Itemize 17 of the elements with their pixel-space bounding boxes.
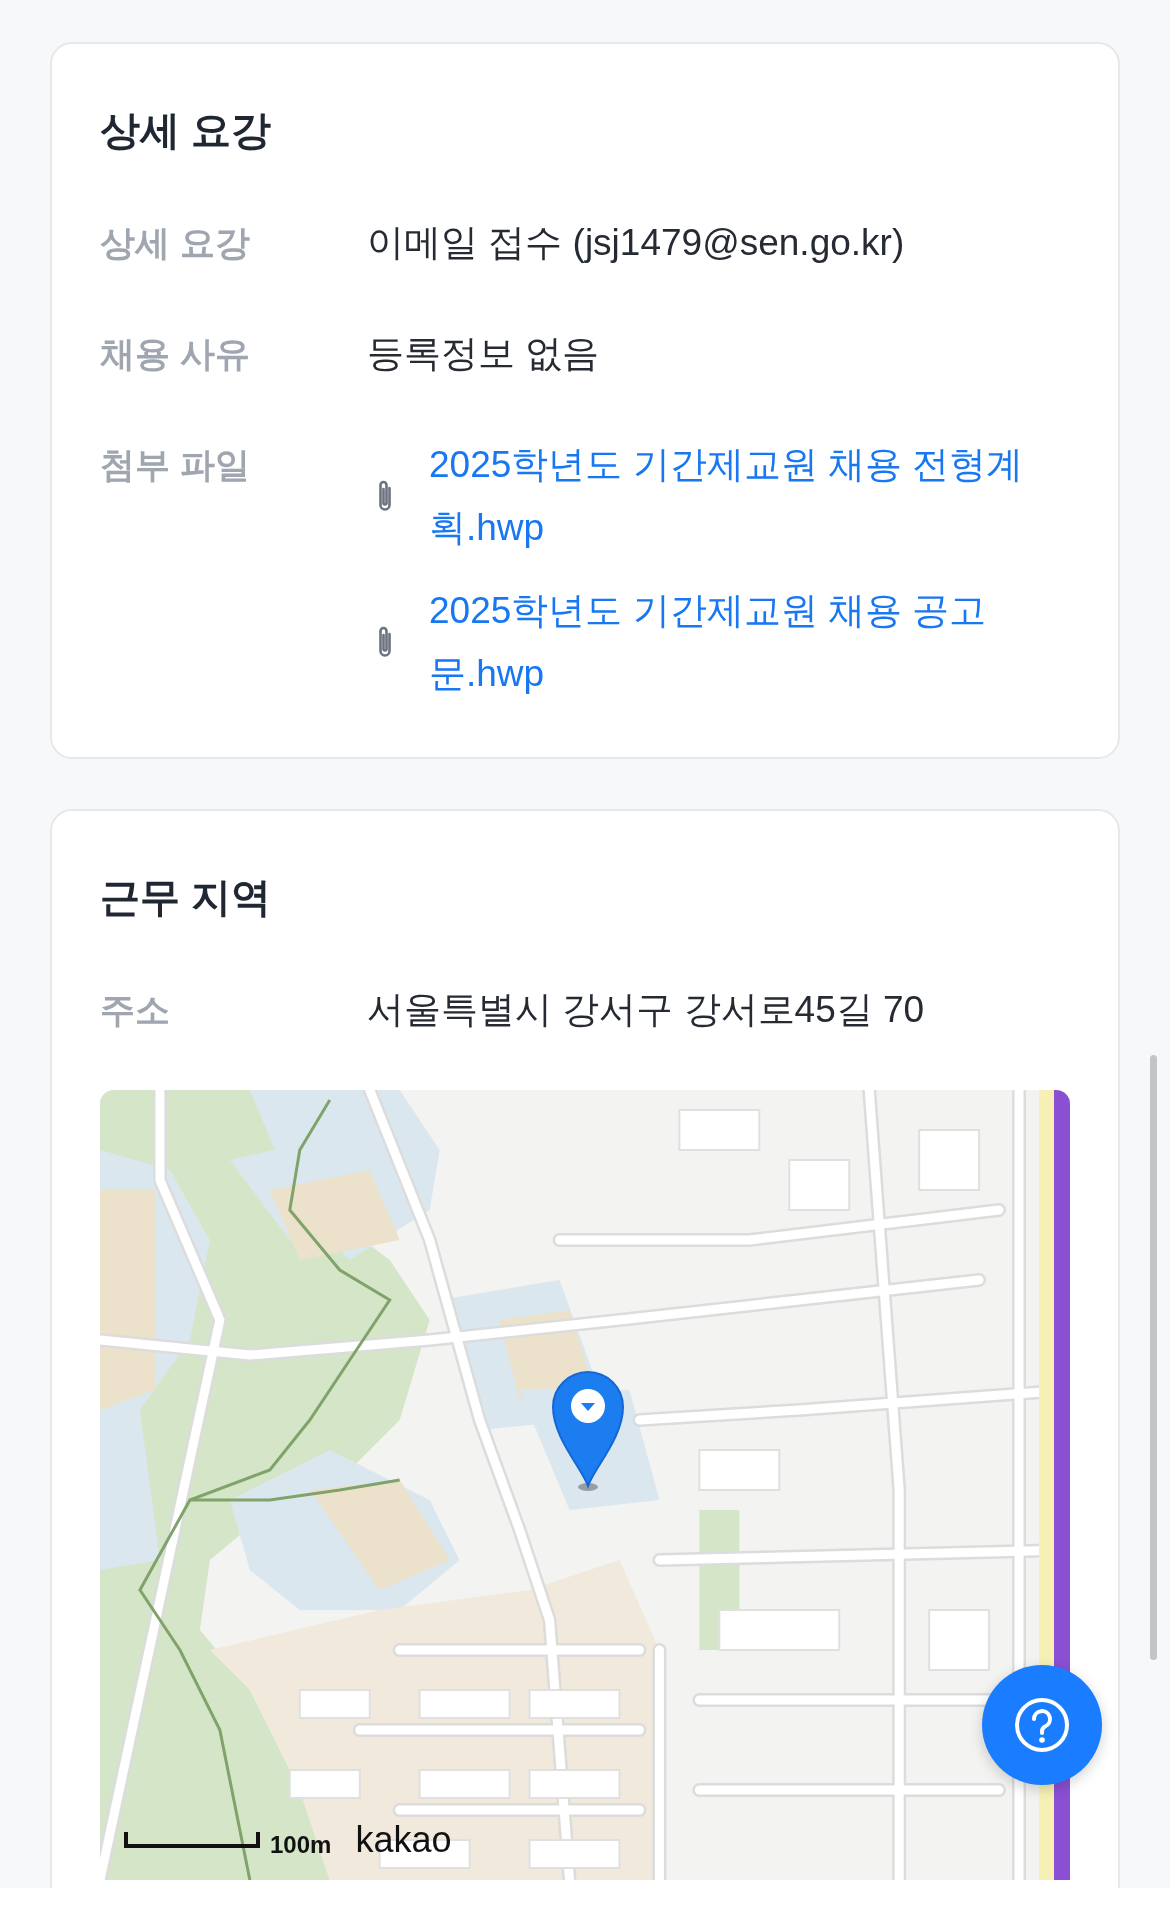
- section-title: 상세 요강: [100, 107, 273, 154]
- field-label: 상세 요강: [100, 222, 251, 264]
- field-label: 주소: [100, 989, 171, 1031]
- help-icon: [1014, 1697, 1070, 1753]
- scale-label: 100m: [270, 1830, 332, 1860]
- map-logo: kakao: [355, 1820, 452, 1860]
- map-pin-icon[interactable]: [549, 1368, 627, 1492]
- scale-bar-icon: [124, 1832, 260, 1848]
- section-title: 근무 지역: [100, 874, 273, 921]
- field-value: 이메일 접수 (jsj1479@sen.go.kr): [367, 221, 905, 265]
- scrollbar-thumb[interactable]: [1150, 1055, 1157, 1660]
- field-value: 등록정보 없음: [367, 332, 600, 376]
- field-value: 서울특별시 강서구 강서로45길 70: [367, 988, 925, 1032]
- field-label: 채용 사유: [100, 333, 251, 375]
- file-link[interactable]: 2025학년도 기간제교원 채용 공고문.hwp: [429, 579, 1057, 705]
- field-label: 첨부 파일: [100, 444, 251, 486]
- file-link[interactable]: 2025학년도 기간제교원 채용 전형계획.hwp: [429, 433, 1057, 559]
